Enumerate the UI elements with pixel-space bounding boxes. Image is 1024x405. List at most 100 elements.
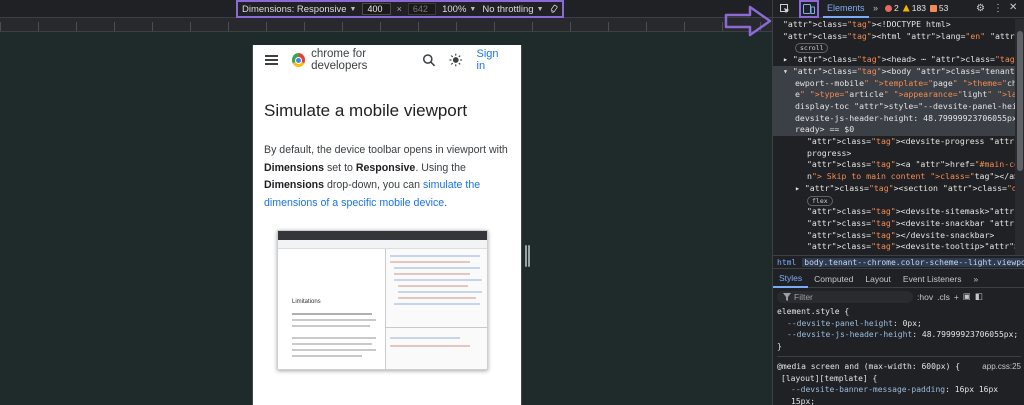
zoom-dropdown[interactable]: 100% ▼ bbox=[442, 4, 476, 15]
gear-icon[interactable]: ⚙ bbox=[976, 3, 985, 14]
dom-node[interactable]: "attr">class="tag"><a "attr">href="#main… bbox=[783, 159, 1015, 171]
issue-count: 53 bbox=[938, 3, 949, 13]
device-toolbar-toggle-icon[interactable] bbox=[799, 0, 819, 18]
width-input[interactable]: 400 bbox=[362, 3, 391, 15]
thumbnail-text-line bbox=[292, 319, 376, 321]
issues-badge: 53 bbox=[929, 3, 949, 13]
throttling-dropdown[interactable]: No throttling ▼ bbox=[482, 4, 543, 15]
styles-filter-input[interactable]: Filter bbox=[777, 290, 913, 303]
scrollbar-thumb[interactable] bbox=[1017, 31, 1023, 171]
dom-node[interactable]: ▸ "attr">class="tag"><head> ⋯ "attr">cla… bbox=[783, 54, 1015, 66]
more-tabs-button[interactable]: » bbox=[873, 3, 878, 13]
inspect-element-icon[interactable] bbox=[777, 1, 793, 17]
ruler-tick bbox=[380, 22, 381, 31]
source-link[interactable]: app.css:25 bbox=[982, 361, 1021, 373]
dom-node[interactable]: display-toc "attr">style="--devsite-pane… bbox=[773, 100, 1015, 113]
dom-node[interactable]: "attr">class="tag"><devsite-tooltip>"att… bbox=[783, 241, 1015, 253]
thumbnail-page: Limitations bbox=[278, 249, 385, 369]
tab-event-listeners[interactable]: Event Listeners bbox=[897, 270, 968, 288]
thumbnail-text-line bbox=[292, 343, 372, 345]
dom-node[interactable]: "attr">class="tag"><devsite-progress "at… bbox=[783, 136, 1015, 148]
dom-scrollbar[interactable] bbox=[1015, 19, 1024, 255]
media-query-text: @media screen and (max-width: 600px) { bbox=[777, 362, 961, 371]
dom-node[interactable]: ewport--mobile" ">template="page" ">them… bbox=[773, 77, 1015, 90]
issue-counters[interactable]: 2 183 53 bbox=[885, 3, 948, 13]
devtools-topbar: Elements » 2 183 53 ⚙ ⋮ ✕ bbox=[773, 0, 1024, 18]
dom-node[interactable]: "attr">class="tag"><devsite-snackbar "at… bbox=[783, 218, 1015, 230]
device-viewport-area: Dimensions: Responsive ▼ 400 × 642 100% … bbox=[0, 0, 772, 405]
ruler-tick bbox=[646, 22, 647, 31]
hov-button[interactable]: :hov bbox=[917, 292, 933, 302]
dom-badge[interactable]: scroll bbox=[795, 43, 829, 54]
close-icon[interactable]: ✕ bbox=[1009, 2, 1017, 13]
ruler-tick bbox=[570, 22, 571, 31]
height-input[interactable]: 642 bbox=[407, 3, 437, 15]
style-declaration[interactable]: --devsite-panel-height: 0px; bbox=[777, 318, 1021, 330]
thumbnail-text-line bbox=[292, 355, 362, 357]
para-text: . bbox=[444, 196, 448, 209]
warning-icon bbox=[902, 4, 910, 12]
dimensions-label: Dimensions: Responsive bbox=[242, 3, 347, 15]
paint-icon[interactable]: ▣ bbox=[963, 291, 971, 302]
dom-node[interactable]: ▸ "attr">class="tag"><section "attr">cla… bbox=[783, 183, 1015, 195]
warning-count: 183 bbox=[911, 3, 926, 13]
more-subtabs-button[interactable]: » bbox=[968, 270, 985, 288]
thumbnail-toolbar bbox=[278, 240, 487, 249]
tab-computed[interactable]: Computed bbox=[808, 270, 859, 288]
dom-badge[interactable]: flex bbox=[807, 195, 833, 206]
para-text: By default, the device toolbar opens in … bbox=[264, 144, 508, 156]
ruler-tick bbox=[722, 22, 723, 31]
tab-styles[interactable]: Styles bbox=[773, 270, 809, 288]
thumbnail-code-line bbox=[390, 345, 470, 347]
dimensions-dropdown[interactable]: Dimensions: Responsive ▼ bbox=[242, 4, 356, 15]
resize-handle[interactable] bbox=[525, 245, 530, 267]
cls-button[interactable]: .cls bbox=[937, 292, 950, 302]
dom-node[interactable]: "attr">class="tag"></devsite-snackbar> bbox=[783, 230, 1015, 242]
thumbnail-text-line bbox=[292, 313, 372, 315]
error-count: 2 bbox=[894, 3, 899, 13]
thumbnail-code-line bbox=[398, 291, 482, 293]
dom-node[interactable]: flex bbox=[783, 195, 1015, 207]
style-declaration[interactable]: --devsite-js-header-height: 48.799999237… bbox=[777, 329, 1021, 341]
breadcrumb-html[interactable]: html bbox=[777, 258, 796, 267]
dom-node[interactable]: e" ">type="article" ">appearance="light"… bbox=[773, 89, 1015, 101]
site-brand[interactable]: chrome for developers bbox=[311, 48, 421, 72]
dom-node[interactable]: ▾ "attr">class="tag"><body "attr">class=… bbox=[773, 65, 1015, 78]
dom-node[interactable]: n"> Skip to main content ">class="tag"><… bbox=[783, 171, 1015, 183]
zoom-label: 100% bbox=[442, 3, 467, 15]
breadcrumb-body[interactable]: body.tenant--chrome.color-scheme--light.… bbox=[802, 257, 1024, 267]
sidebar-toggle-icon[interactable]: ◧ bbox=[975, 291, 983, 302]
intro-paragraph: By default, the device toolbar opens in … bbox=[264, 142, 514, 212]
sign-in-link[interactable]: Sign in bbox=[477, 48, 509, 72]
viewport-ruler bbox=[0, 18, 772, 32]
dom-tree[interactable]: "attr">class="tag"><!DOCTYPE html> "attr"… bbox=[773, 19, 1015, 255]
para-text: set to bbox=[324, 161, 356, 174]
more-options-icon[interactable]: ⋮ bbox=[993, 3, 1003, 14]
sun-icon[interactable] bbox=[449, 53, 463, 67]
dom-node[interactable]: "attr">class="tag"><devsite-sitemask>"at… bbox=[783, 206, 1015, 218]
para-bold: Responsive bbox=[355, 161, 416, 174]
element-style-selector[interactable]: element.style { bbox=[777, 306, 1021, 318]
dom-node[interactable]: "attr">class="tag"><html "attr">lang="en… bbox=[783, 31, 1015, 43]
dom-node[interactable]: "attr">class="tag"><!DOCTYPE html> bbox=[783, 19, 1015, 31]
ruler-tick bbox=[266, 22, 267, 31]
warning-badge: 183 bbox=[902, 3, 926, 13]
menu-icon[interactable] bbox=[265, 55, 278, 65]
styles-pane: element.style { --devsite-panel-height: … bbox=[777, 306, 1021, 405]
dom-node[interactable]: progress> bbox=[783, 148, 1015, 160]
tab-elements[interactable]: Elements bbox=[823, 0, 869, 18]
ruler-tick bbox=[532, 22, 533, 31]
dom-node[interactable]: ready> == $0 bbox=[773, 124, 1015, 137]
add-rule-icon[interactable]: + bbox=[954, 292, 959, 302]
search-icon[interactable] bbox=[422, 53, 436, 67]
tab-layout[interactable]: Layout bbox=[859, 270, 897, 288]
ruler-tick bbox=[418, 22, 419, 31]
dom-node[interactable]: scroll bbox=[783, 42, 1015, 54]
annotation-arrow-icon bbox=[724, 5, 772, 37]
rotate-icon[interactable] bbox=[550, 2, 558, 16]
rule-selector[interactable]: [layout][template] { bbox=[777, 373, 1021, 385]
property-value: 48.79999923706055px; bbox=[921, 330, 1019, 339]
dom-node[interactable]: devsite-js-header-height: 48.79999923706… bbox=[773, 112, 1015, 125]
thumbnail-titlebar bbox=[278, 231, 487, 240]
style-declaration[interactable]: --devsite-banner-message-padding: 16px 1… bbox=[777, 384, 1021, 405]
